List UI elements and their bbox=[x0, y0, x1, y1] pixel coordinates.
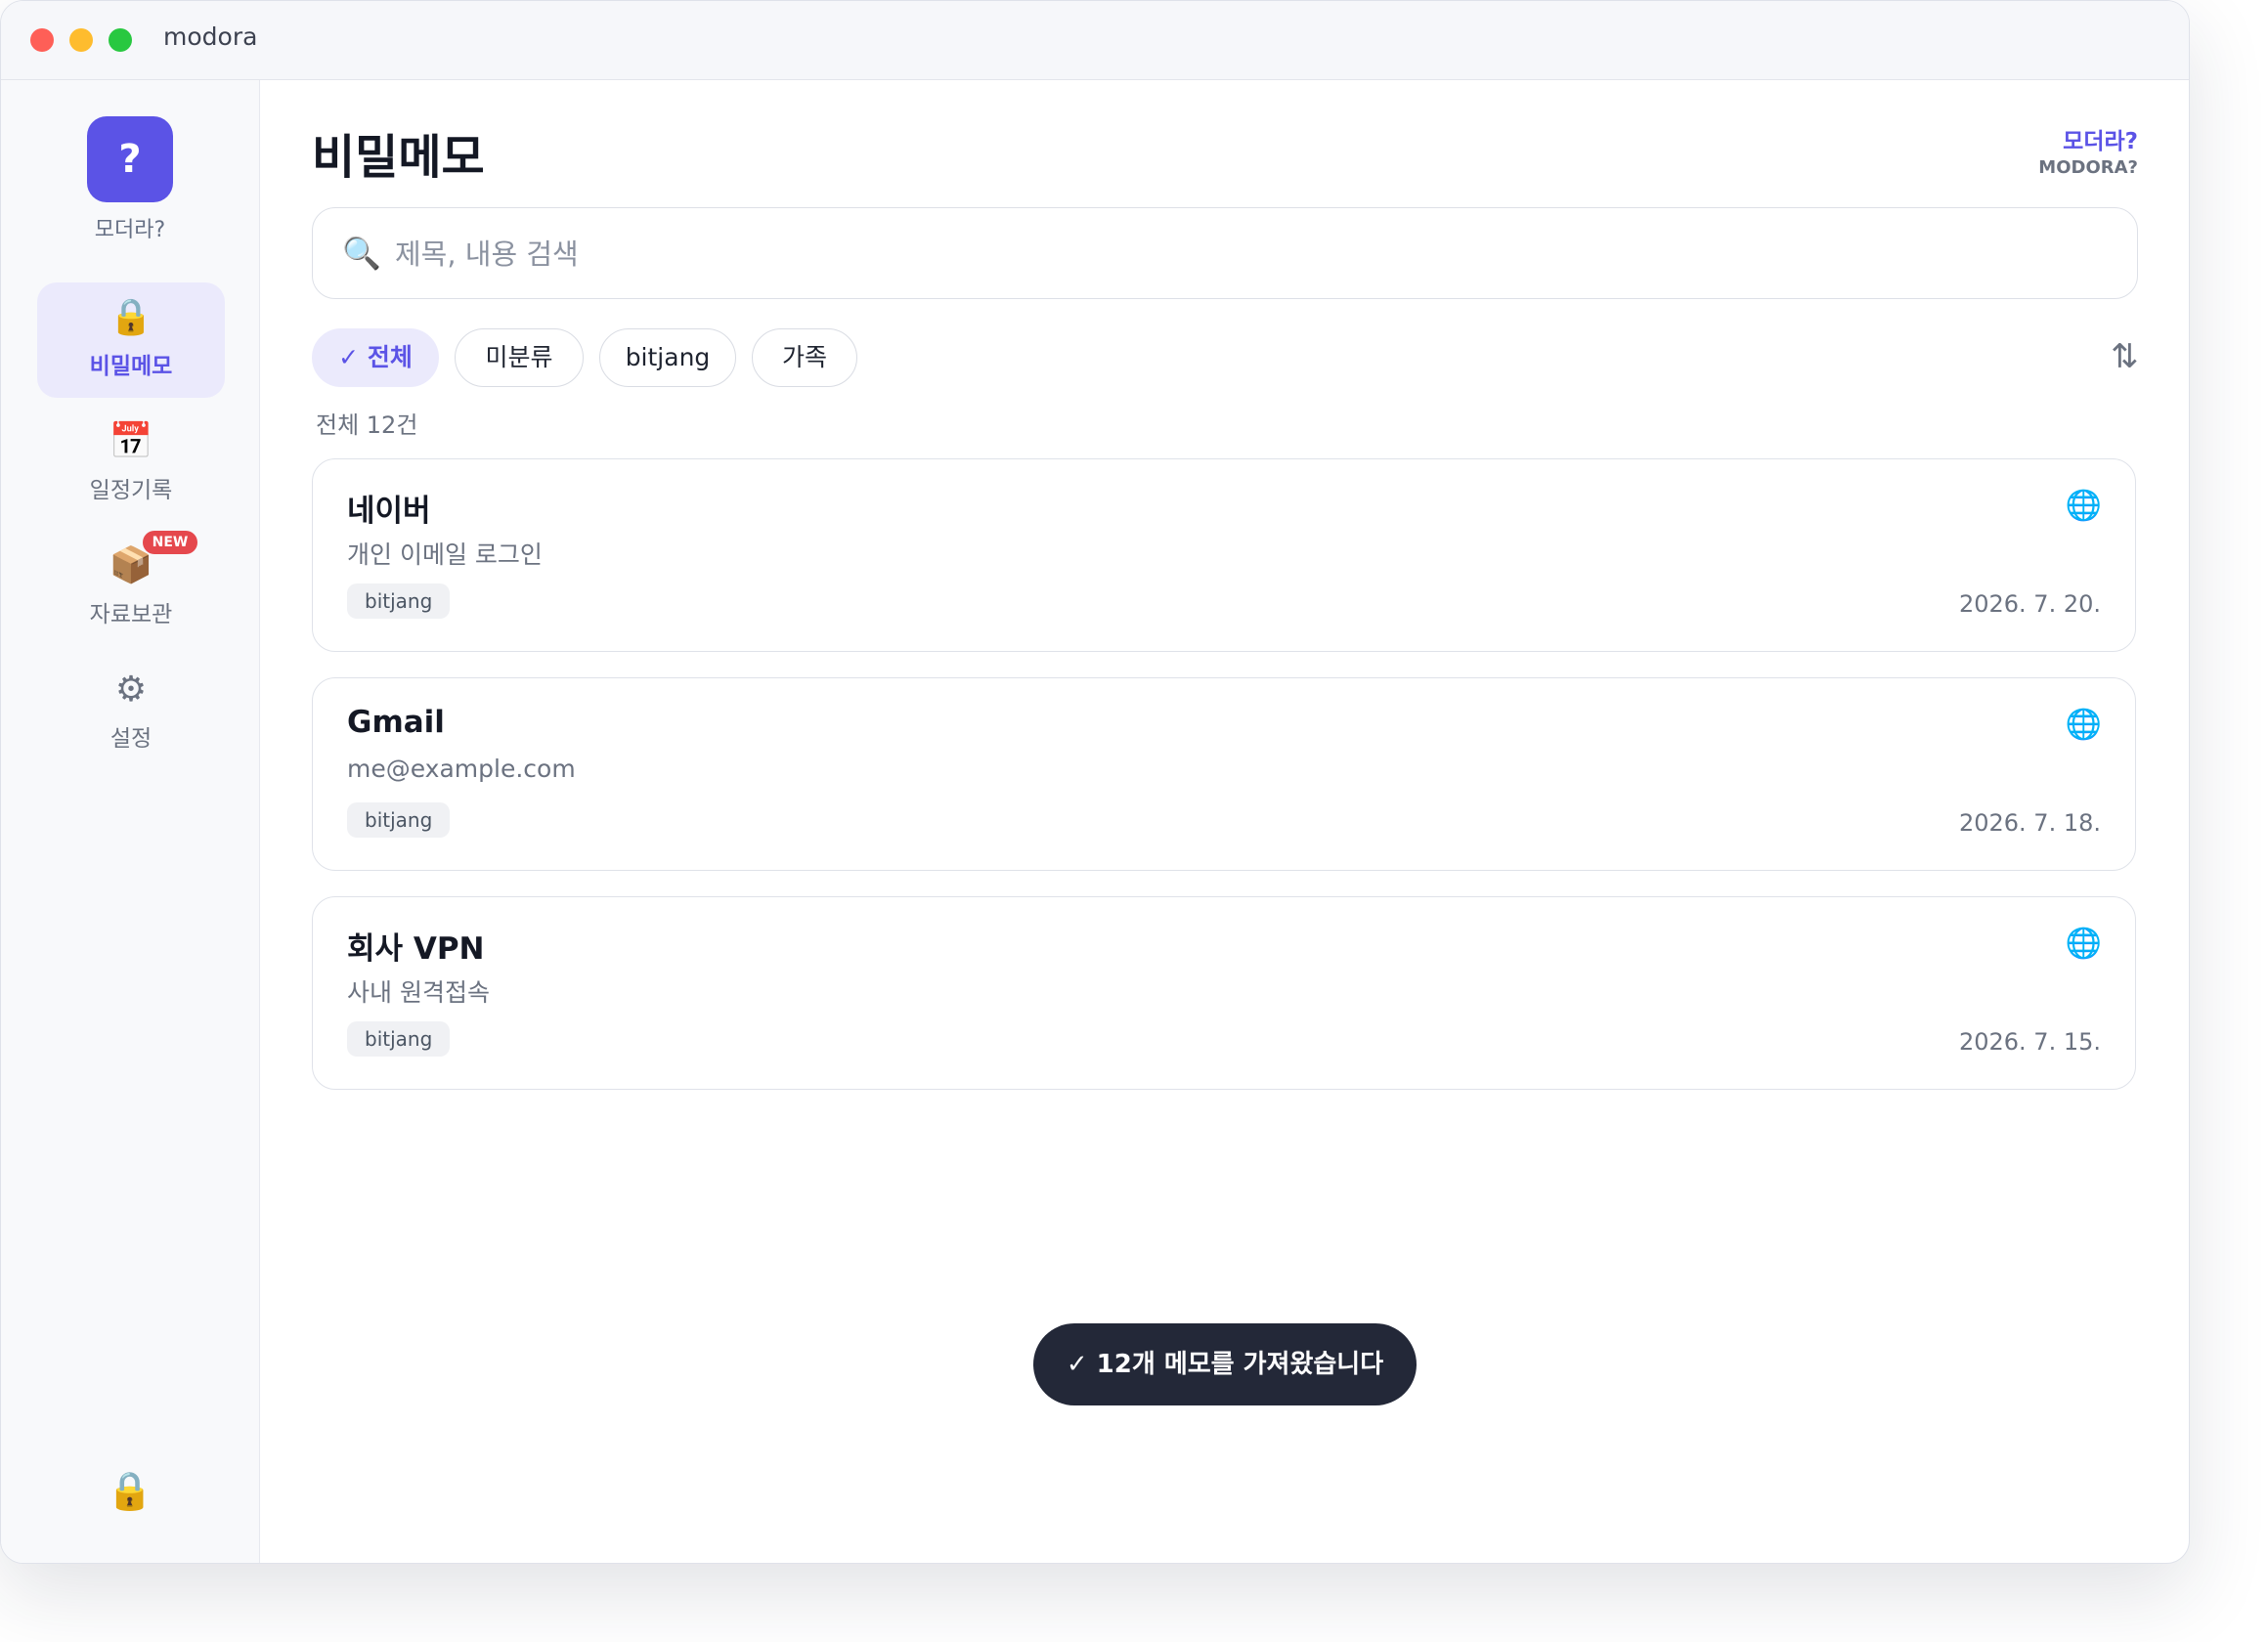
memo-date: 2026. 7. 20. bbox=[1958, 590, 2101, 618]
brand-logo[interactable]: ? bbox=[87, 116, 173, 202]
window-title: modora bbox=[163, 22, 258, 51]
calendar-icon: 📅 bbox=[109, 421, 153, 461]
filter-chip-bitjang[interactable]: bitjang bbox=[599, 328, 736, 387]
sidebar-item-schedule[interactable]: 📅 일정기록 bbox=[37, 407, 225, 522]
memo-subtitle: me@example.com bbox=[347, 755, 576, 783]
memo-count: 전체 12건 bbox=[316, 411, 418, 439]
toast-notification: ✓ 12개 메모를 가져왔습니다 bbox=[1033, 1323, 1417, 1405]
filter-chip-unclassified[interactable]: 미분류 bbox=[455, 328, 584, 387]
gear-icon: ⚙ bbox=[114, 670, 148, 710]
sidebar-item-label: 설정 bbox=[109, 726, 153, 752]
new-badge: NEW bbox=[143, 531, 197, 554]
memo-subtitle: 개인 이메일 로그인 bbox=[347, 540, 543, 569]
title-bar: modora bbox=[1, 1, 2189, 80]
lock-icon: 🔒 bbox=[109, 297, 153, 337]
memo-tag: bitjang bbox=[347, 1021, 451, 1057]
close-window-button[interactable] bbox=[30, 28, 54, 52]
sidebar-item-secret-memo[interactable]: 🔒 비밀메모 bbox=[37, 282, 225, 398]
help-sublabel: MODORA? bbox=[2038, 157, 2138, 178]
search-box: 🔍 bbox=[312, 207, 2138, 299]
page-title: 비밀메모 bbox=[312, 130, 485, 185]
search-icon: 🔍 bbox=[342, 235, 381, 272]
maximize-window-button[interactable] bbox=[109, 28, 132, 52]
memo-subtitle: 사내 원격접속 bbox=[347, 978, 490, 1007]
help-link[interactable]: 모더라? MODORA? bbox=[2038, 122, 2138, 178]
memo-card[interactable]: 회사 VPN 사내 원격접속 bitjang 🌐 2026. 7. 15. bbox=[312, 896, 2136, 1090]
sidebar-item-settings[interactable]: ⚙ 설정 bbox=[37, 655, 225, 770]
search-input[interactable] bbox=[393, 230, 2098, 279]
filter-chip-family[interactable]: 가족 bbox=[752, 328, 857, 387]
lock-app-button[interactable]: 🔒 bbox=[1, 1469, 259, 1513]
memo-tag: bitjang bbox=[347, 583, 451, 619]
globe-icon: 🌐 bbox=[2065, 489, 2102, 523]
app-window: modora ? 모더라? 🔒 비밀메모 📅 일정기록 📦 NEW 자료보관 ⚙… bbox=[0, 0, 2190, 1564]
sidebar-item-label: 일정기록 bbox=[89, 478, 173, 503]
memo-date: 2026. 7. 18. bbox=[1958, 809, 2101, 837]
sort-icon[interactable]: ⇅ bbox=[2111, 335, 2139, 378]
sidebar: ? 모더라? 🔒 비밀메모 📅 일정기록 📦 NEW 자료보관 ⚙ 설정 🔒 bbox=[1, 80, 260, 1563]
package-icon: 📦 bbox=[109, 545, 153, 585]
memo-title: 네이버 bbox=[347, 494, 431, 529]
sidebar-item-archive[interactable]: 📦 NEW 자료보관 bbox=[37, 531, 225, 646]
minimize-window-button[interactable] bbox=[69, 28, 93, 52]
filter-chip-all[interactable]: ✓ 전체 bbox=[312, 328, 439, 387]
memo-card[interactable]: 네이버 개인 이메일 로그인 bitjang 🌐 2026. 7. 20. bbox=[312, 458, 2136, 652]
memo-title: Gmail bbox=[347, 705, 445, 740]
memo-title: 회사 VPN bbox=[347, 931, 485, 967]
sidebar-item-label: 비밀메모 bbox=[89, 354, 173, 379]
brand-label: 모더라? bbox=[94, 218, 166, 242]
memo-tag: bitjang bbox=[347, 802, 451, 838]
memo-card[interactable]: Gmail me@example.com bitjang 🌐 2026. 7. … bbox=[312, 677, 2136, 871]
globe-icon: 🌐 bbox=[2065, 708, 2102, 742]
sidebar-item-label: 자료보관 bbox=[89, 602, 173, 627]
globe-icon: 🌐 bbox=[2065, 927, 2102, 961]
help-label: 모더라? bbox=[2063, 129, 2138, 154]
memo-date: 2026. 7. 15. bbox=[1958, 1028, 2101, 1056]
